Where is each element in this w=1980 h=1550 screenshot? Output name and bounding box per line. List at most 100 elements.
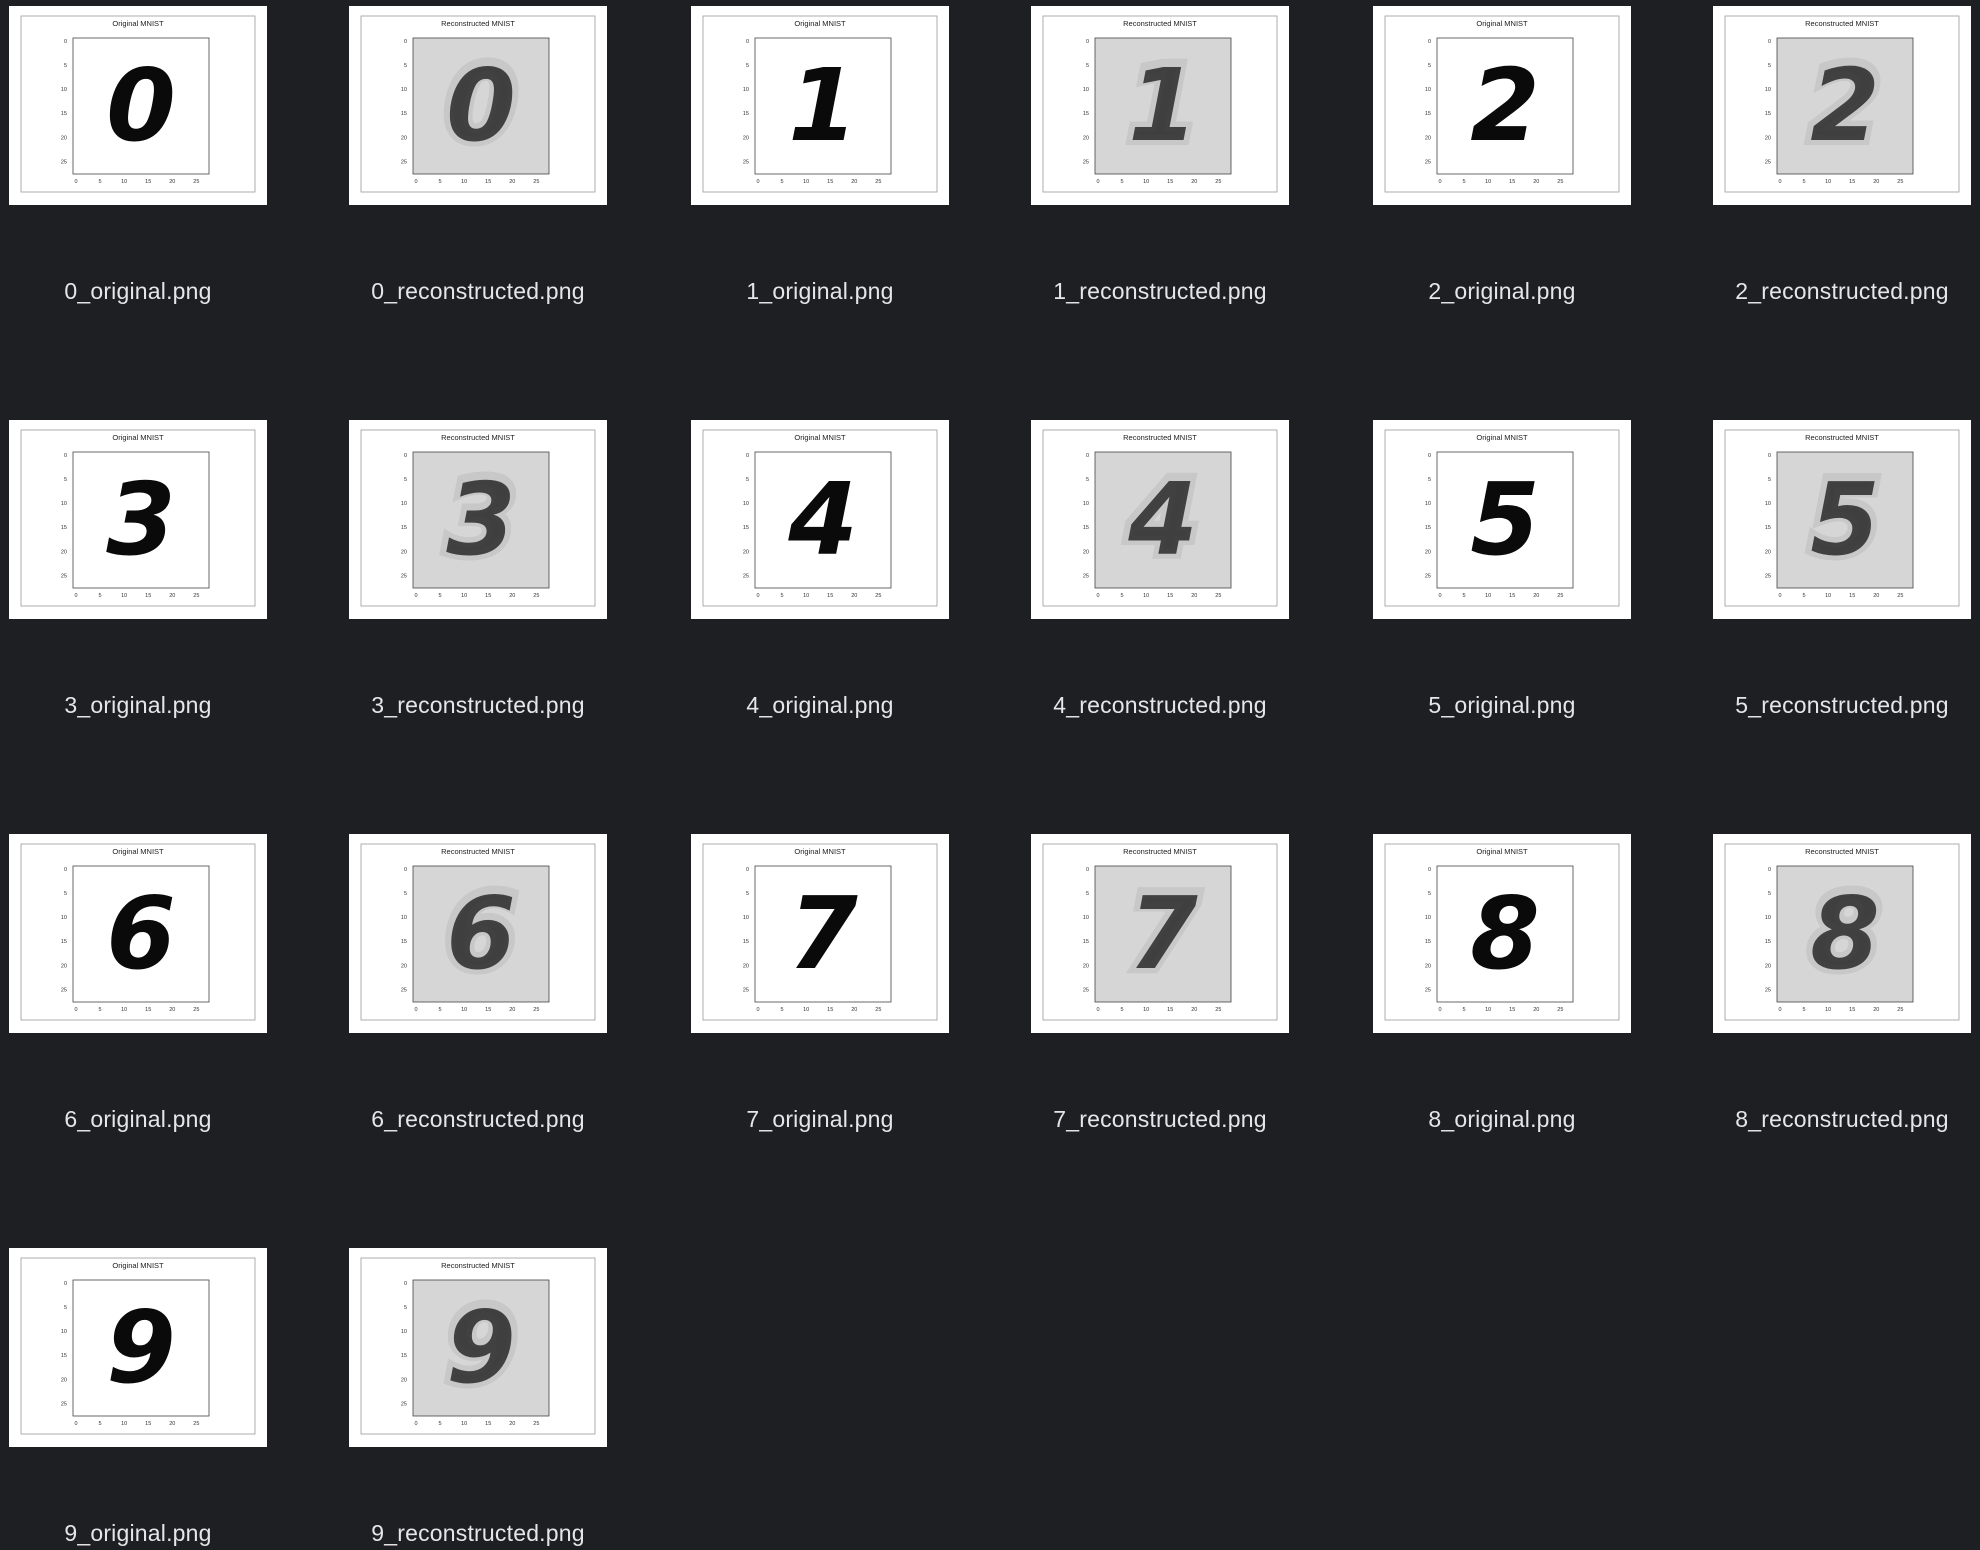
y-tick-label: 20 <box>1425 135 1431 141</box>
file-item[interactable]: Reconstructed MNIST 5 5 0 5 10 15 20 25 0 5 10 15 20 2… <box>1713 420 1971 720</box>
x-tick-label: 5 <box>781 1007 784 1013</box>
image-thumbnail[interactable]: Original MNIST 8 0 5 10 15 20 25 0 5 10 15 20 25 <box>1373 834 1631 1033</box>
file-item[interactable]: Reconstructed MNIST 6 6 0 5 10 15 20 25 0 5 10 15 20 2… <box>349 834 607 1134</box>
image-thumbnail[interactable]: Original MNIST 6 0 5 10 15 20 25 0 5 10 15 20 25 <box>9 834 267 1033</box>
image-thumbnail[interactable]: Reconstructed MNIST 3 3 0 5 10 15 20 25 0 5 10 15 20 2… <box>349 420 607 619</box>
x-tick-label: 25 <box>193 179 199 185</box>
y-tick-label: 15 <box>1425 939 1431 945</box>
file-name-label: 5_original.png <box>1428 692 1576 718</box>
x-tick-label: 0 <box>1778 179 1781 185</box>
y-tick-label: 5 <box>1428 63 1431 69</box>
file-item[interactable]: Original MNIST 1 0 5 10 15 20 25 0 5 10 15 20 25 1_ori… <box>691 6 949 306</box>
x-tick-label: 5 <box>1121 179 1124 185</box>
image-thumbnail[interactable]: Reconstructed MNIST 4 4 0 5 10 15 20 25 0 5 10 15 20 2… <box>1031 420 1289 619</box>
file-item[interactable]: Reconstructed MNIST 1 1 0 5 10 15 20 25 0 5 10 15 20 2… <box>1031 6 1289 306</box>
image-thumbnail[interactable]: Original MNIST 3 0 5 10 15 20 25 0 5 10 15 20 25 <box>9 420 267 619</box>
file-item[interactable]: Original MNIST 6 0 5 10 15 20 25 0 5 10 15 20 25 6_ori… <box>9 834 267 1134</box>
x-tick-label: 5 <box>1803 593 1806 599</box>
mnist-plot: Reconstructed MNIST2205101520250 5 10 15 20 2… <box>1724 15 1960 193</box>
file-item[interactable]: Reconstructed MNIST 8 8 0 5 10 15 20 25 0 5 10 15 20 2… <box>1713 834 1971 1134</box>
file-name-label: 7_reconstructed.png <box>1053 1106 1267 1132</box>
y-tick-label: 25 <box>1083 573 1089 579</box>
x-tick-label: 10 <box>1485 593 1491 599</box>
y-tick-label: 10 <box>1765 915 1771 921</box>
plot-title: Reconstructed MNIST <box>1123 847 1197 856</box>
image-thumbnail[interactable]: Reconstructed MNIST 8 8 0 5 10 15 20 25 0 5 10 15 20 2… <box>1713 834 1971 1033</box>
image-thumbnail[interactable]: Original MNIST 9 0 5 10 15 20 25 0 5 10 15 20 25 <box>9 1248 267 1447</box>
file-item[interactable]: Reconstructed MNIST 3 3 0 5 10 15 20 25 0 5 10 15 20 2… <box>349 420 607 720</box>
y-tick-label: 25 <box>1765 573 1771 579</box>
image-thumbnail[interactable]: Reconstructed MNIST 0 0 0 5 10 15 20 25 0 5 10 15 20 2… <box>349 6 607 205</box>
file-item[interactable]: Reconstructed MNIST 4 4 0 5 10 15 20 25 0 5 10 15 20 2… <box>1031 420 1289 720</box>
image-thumbnail[interactable]: Original MNIST 7 0 5 10 15 20 25 0 5 10 15 20 25 <box>691 834 949 1033</box>
file-item[interactable]: Original MNIST 9 0 5 10 15 20 25 0 5 10 15 20 25 9_ori… <box>9 1248 267 1548</box>
y-tick-label: 20 <box>743 135 749 141</box>
image-thumbnail[interactable]: Original MNIST 2 0 5 10 15 20 25 0 5 10 15 20 25 <box>1373 6 1631 205</box>
image-thumbnail[interactable]: Reconstructed MNIST 7 7 0 5 10 15 20 25 0 5 10 15 20 2… <box>1031 834 1289 1033</box>
x-tick-label: 5 <box>439 593 442 599</box>
file-item[interactable]: Original MNIST 4 0 5 10 15 20 25 0 5 10 15 20 25 4_ori… <box>691 420 949 720</box>
y-tick-label: 15 <box>61 525 67 531</box>
digit-image: 8 <box>1810 875 1880 992</box>
x-tick-label: 10 <box>1143 1007 1149 1013</box>
file-item[interactable]: Reconstructed MNIST 0 0 0 5 10 15 20 25 0 5 10 15 20 2… <box>349 6 607 306</box>
x-tick-label: 10 <box>803 1007 809 1013</box>
mnist-plot: Original MNIST 8 0 5 10 15 20 25 0 5 10 15 20 25 <box>1384 843 1620 1021</box>
x-tick-label: 15 <box>485 1007 491 1013</box>
x-tick-label: 15 <box>1509 1007 1515 1013</box>
x-tick-label: 0 <box>1096 179 1099 185</box>
y-tick-label: 5 <box>64 891 67 897</box>
y-tick-label: 0 <box>1086 39 1089 45</box>
plot-title: Original MNIST <box>1476 433 1528 442</box>
image-thumbnail[interactable]: Original MNIST 0 0 5 10 15 20 25 0 5 10 15 20 25 <box>9 6 267 205</box>
y-tick-label: 25 <box>1425 987 1431 993</box>
image-thumbnail[interactable]: Reconstructed MNIST 5 5 0 5 10 15 20 25 0 5 10 15 20 2… <box>1713 420 1971 619</box>
image-thumbnail[interactable]: Original MNIST 5 0 5 10 15 20 25 0 5 10 15 20 25 <box>1373 420 1631 619</box>
mnist-plot: Original MNIST105101520250 5 10 15 20 25 <box>702 15 938 193</box>
file-item[interactable]: Reconstructed MNIST 7 7 0 5 10 15 20 25 0 5 10 15 20 2… <box>1031 834 1289 1134</box>
image-thumbnail[interactable]: Reconstructed MNIST 6 6 0 5 10 15 20 25 0 5 10 15 20 2… <box>349 834 607 1033</box>
y-tick-label: 0 <box>1768 453 1771 459</box>
y-tick-label: 20 <box>1083 135 1089 141</box>
image-thumbnail[interactable]: Original MNIST 1 0 5 10 15 20 25 0 5 10 15 20 25 <box>691 6 949 205</box>
x-tick-label: 5 <box>1463 1007 1466 1013</box>
image-thumbnail[interactable]: Reconstructed MNIST 1 1 0 5 10 15 20 25 0 5 10 15 20 2… <box>1031 6 1289 205</box>
image-thumbnail[interactable]: Reconstructed MNIST 2 2 0 5 10 15 20 25 0 5 10 15 20 2… <box>1713 6 1971 205</box>
x-tick-label: 20 <box>1191 1007 1197 1013</box>
y-tick-label: 15 <box>401 939 407 945</box>
file-item[interactable]: Original MNIST 5 0 5 10 15 20 25 0 5 10 15 20 25 5_ori… <box>1373 420 1631 720</box>
plot-title: Reconstructed MNIST <box>441 19 515 28</box>
mnist-plot: Original MNIST 3 0 5 10 15 20 25 0 5 10 15 20 25 <box>20 429 256 607</box>
x-tick-label: 15 <box>1509 593 1515 599</box>
x-tick-label: 15 <box>485 179 491 185</box>
x-tick-label: 15 <box>1167 1007 1173 1013</box>
file-item[interactable]: Original MNIST 2 0 5 10 15 20 25 0 5 10 15 20 25 2_ori… <box>1373 6 1631 306</box>
x-tick-label: 25 <box>1215 179 1221 185</box>
y-tick-label: 10 <box>61 915 67 921</box>
y-tick-label: 10 <box>401 1329 407 1335</box>
y-tick-label: 15 <box>1425 111 1431 117</box>
y-tick-label: 0 <box>404 453 407 459</box>
file-item[interactable]: Original MNIST 3 0 5 10 15 20 25 0 5 10 15 20 25 3_ori… <box>9 420 267 720</box>
digit-image: 7 <box>1128 875 1198 992</box>
x-tick-label: 25 <box>1557 179 1563 185</box>
mnist-plot: Original MNIST205101520250 5 10 15 20 25 <box>1384 15 1620 193</box>
image-thumbnail[interactable]: Reconstructed MNIST 9 9 0 5 10 15 20 25 0 5 10 15 20 2… <box>349 1248 607 1447</box>
file-name-label: 0_reconstructed.png <box>371 278 585 304</box>
image-thumbnail[interactable]: Original MNIST 4 0 5 10 15 20 25 0 5 10 15 20 25 <box>691 420 949 619</box>
file-item[interactable]: Reconstructed MNIST 9 9 0 5 10 15 20 25 0 5 10 15 20 2… <box>349 1248 607 1548</box>
y-tick-label: 0 <box>1086 453 1089 459</box>
y-tick-label: 25 <box>401 1401 407 1407</box>
file-name-label: 1_reconstructed.png <box>1053 278 1267 304</box>
x-tick-label: 10 <box>461 179 467 185</box>
x-tick-label: 0 <box>756 593 759 599</box>
file-item[interactable]: Original MNIST 8 0 5 10 15 20 25 0 5 10 15 20 25 8_ori… <box>1373 834 1631 1134</box>
x-tick-label: 0 <box>1438 1007 1441 1013</box>
plot-title: Reconstructed MNIST <box>1123 19 1197 28</box>
file-item[interactable]: Original MNIST 0 0 5 10 15 20 25 0 5 10 15 20 25 0_ori… <box>9 6 267 306</box>
file-item[interactable]: Reconstructed MNIST 2 2 0 5 10 15 20 25 0 5 10 15 20 2… <box>1713 6 1971 306</box>
file-item[interactable]: Original MNIST 7 0 5 10 15 20 25 0 5 10 15 20 25 7_ori… <box>691 834 949 1134</box>
x-tick-label: 15 <box>145 179 151 185</box>
y-tick-label: 15 <box>743 525 749 531</box>
x-tick-label: 20 <box>851 179 857 185</box>
